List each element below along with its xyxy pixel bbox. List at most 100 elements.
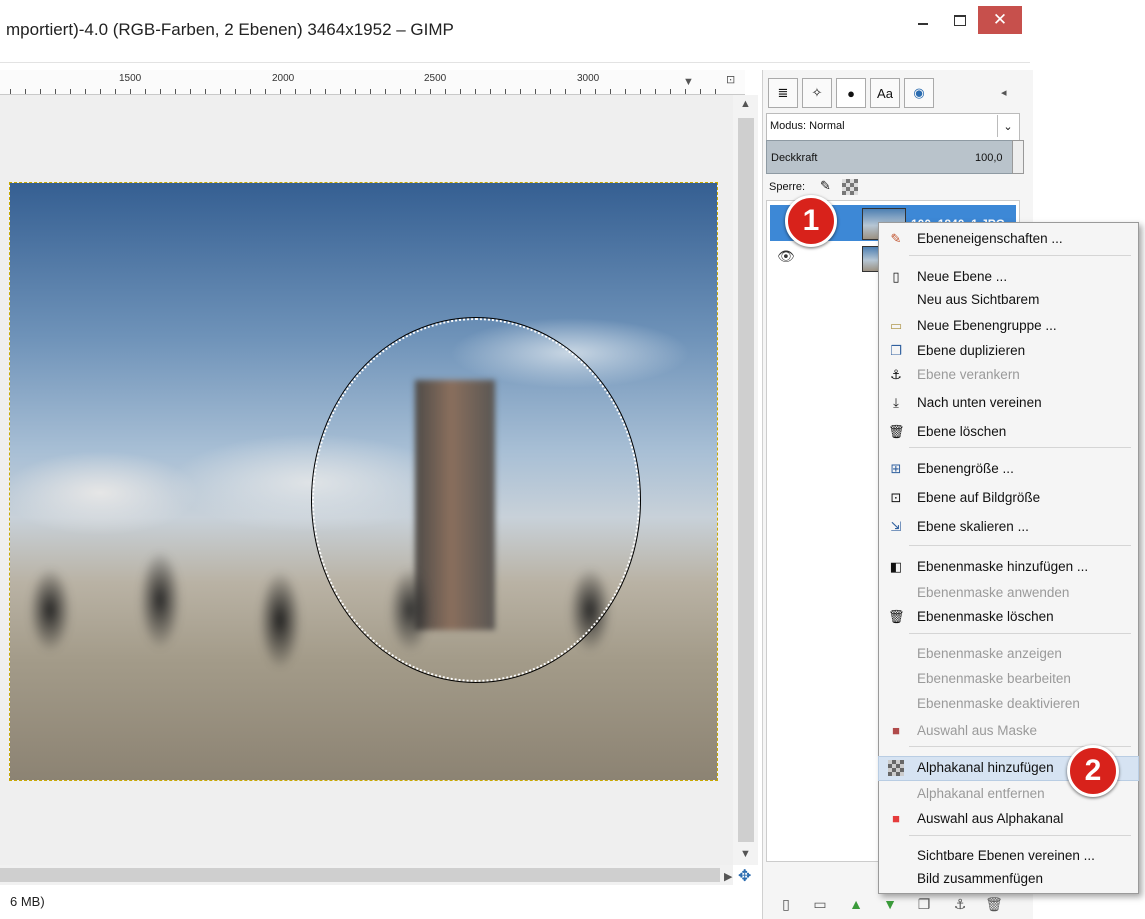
menu-separator: [909, 633, 1131, 634]
navigate-icon[interactable]: ✥: [738, 866, 751, 886]
ellipse-selection[interactable]: [311, 317, 641, 683]
ruler-tick: [205, 89, 206, 94]
zoom-toggle-icon[interactable]: ⊡: [726, 73, 735, 86]
menu-item[interactable]: ◧ Ebenenmaske hinzufügen ...: [879, 556, 1138, 579]
tab-paths[interactable]: ✧: [802, 78, 832, 108]
menu-item[interactable]: ⊞ Ebenengröße ...: [879, 458, 1138, 481]
new-group-icon[interactable]: ▭: [810, 896, 830, 916]
menu-item-label: Neue Ebene ...: [917, 269, 1008, 284]
menu-item[interactable]: Ebenenmaske deaktivieren: [879, 693, 1138, 716]
horizontal-ruler: 1500 2000 2500 3000 ▼ ⊡: [0, 70, 745, 95]
ruler-tick: [595, 89, 596, 94]
scroll-right-icon[interactable]: ▶: [724, 870, 732, 883]
lock-pixels-icon[interactable]: ✎: [820, 178, 831, 194]
ruler-tick: [460, 89, 461, 94]
ruler-label: 2500: [424, 73, 447, 84]
menu-item[interactable]: ■ Auswahl aus Maske: [879, 720, 1138, 743]
ruler-tick: [55, 89, 56, 94]
ruler-tick: [115, 89, 116, 94]
ruler-tick: [295, 89, 296, 94]
ruler-tick: [355, 89, 356, 94]
menu-item[interactable]: ⤓ Nach unten vereinen: [879, 392, 1138, 415]
menu-item[interactable]: Ebenenmaske anzeigen: [879, 643, 1138, 666]
delete-layer-icon[interactable]: 🗑: [984, 896, 1004, 916]
raise-layer-icon[interactable]: ▲: [846, 896, 866, 916]
status-text: 6 MB): [10, 894, 45, 909]
menu-item[interactable]: ⚓ Ebene verankern: [879, 364, 1138, 387]
ruler-tick: [220, 89, 221, 94]
menu-item[interactable]: ▯ Neue Ebene ...: [879, 266, 1138, 289]
step-marker-1: 1: [785, 195, 837, 247]
menu-item-label: Ebene verankern: [917, 367, 1020, 382]
menu-item[interactable]: Sichtbare Ebenen vereinen ...: [879, 845, 1138, 868]
menu-item[interactable]: Ebenenmaske bearbeiten: [879, 668, 1138, 691]
minimize-icon: [918, 23, 928, 25]
menu-item-label: Neu aus Sichtbarem: [917, 292, 1040, 307]
menu-item[interactable]: Bild zusammenfügen: [879, 868, 1138, 891]
chevron-down-icon[interactable]: ⌄: [997, 115, 1018, 137]
ruler-tick: [685, 89, 686, 94]
ruler-tick: [85, 89, 86, 94]
ruler-tick: [535, 89, 536, 94]
step-marker-2: 2: [1067, 745, 1119, 797]
menu-item[interactable]: ⇲ Ebene skalieren ...: [879, 516, 1138, 539]
ruler-tick: [415, 89, 416, 94]
menu-item[interactable]: Neu aus Sichtbarem: [879, 289, 1138, 312]
menu-item[interactable]: Ebenenmaske anwenden: [879, 582, 1138, 605]
ruler-tick: [625, 89, 626, 94]
eye-icon[interactable]: 👁: [777, 248, 795, 265]
tab-layers[interactable]: ≣: [768, 78, 798, 108]
lower-layer-icon[interactable]: ▼: [880, 896, 900, 916]
brush-dot-icon: ●: [847, 85, 855, 101]
trash-icon: 🗑: [888, 609, 905, 624]
menu-item[interactable]: ▭ Neue Ebenengruppe ...: [879, 315, 1138, 338]
ruler-tick: [100, 89, 101, 94]
minimize-button[interactable]: [910, 6, 936, 34]
scroll-up-icon[interactable]: ▲: [740, 98, 751, 110]
menu-item-label: Ebene skalieren ...: [917, 519, 1029, 534]
menu-item-label: Alphakanal hinzufügen: [917, 760, 1054, 775]
ruler-tick: [610, 89, 611, 94]
trash-icon: 🗑: [888, 424, 905, 439]
ruler-tick: [655, 89, 656, 94]
menu-item[interactable]: ■ Auswahl aus Alphakanal: [879, 808, 1138, 831]
ruler-tick: [430, 89, 431, 94]
close-button[interactable]: ✕: [978, 6, 1022, 34]
menu-item[interactable]: ✎ Ebeneneigenschaften ...: [879, 228, 1138, 251]
vertical-scroll-thumb[interactable]: [738, 118, 754, 842]
ruler-tick: [265, 89, 266, 94]
menu-item-label: Auswahl aus Alphakanal: [917, 811, 1064, 826]
menu-item-label: Ebenenmaske löschen: [917, 609, 1054, 624]
dock-bottom-toolbar: ▯ ▭ ▲ ▼ ❐ ⚓ 🗑: [770, 896, 1025, 918]
menu-item-label: Ebenenmaske anzeigen: [917, 646, 1062, 661]
maximize-button[interactable]: [946, 6, 974, 34]
tab-help[interactable]: ◉: [904, 78, 934, 108]
duplicate-layer-icon[interactable]: ❐: [914, 896, 934, 916]
menu-item-label: Nach unten vereinen: [917, 395, 1042, 410]
ruler-label: 1500: [119, 73, 142, 84]
menu-item-label: Ebeneneigenschaften ...: [917, 231, 1063, 246]
menu-item-label: Bild zusammenfügen: [917, 871, 1044, 886]
ruler-tick: [175, 89, 176, 94]
tab-channels[interactable]: ●: [836, 78, 866, 108]
ruler-tick: [280, 89, 281, 94]
menu-item[interactable]: 🗑 Ebene löschen: [879, 421, 1138, 444]
ruler-tick: [340, 89, 341, 94]
menu-item[interactable]: 🗑 Ebenenmaske löschen: [879, 606, 1138, 629]
scroll-down-icon[interactable]: ▼: [740, 848, 751, 860]
horizontal-scroll-thumb[interactable]: [0, 868, 720, 882]
pencil-icon: ✎: [890, 231, 902, 246]
lock-alpha-icon[interactable]: [842, 179, 858, 195]
menu-item[interactable]: ⊡ Ebene auf Bildgröße: [879, 487, 1138, 510]
layers-icon: ≣: [777, 85, 789, 100]
menu-item[interactable]: ❐ Ebene duplizieren: [879, 340, 1138, 363]
anchor-layer-icon[interactable]: ⚓: [950, 896, 970, 916]
ruler-tick: [310, 89, 311, 94]
tab-fonts[interactable]: Aa: [870, 78, 900, 108]
folder-icon: ▭: [889, 318, 903, 333]
title-bar: mportiert)-4.0 (RGB-Farben, 2 Ebenen) 34…: [0, 0, 1030, 63]
dock-menu-icon[interactable]: ◂: [1001, 86, 1007, 99]
new-layer-icon[interactable]: ▯: [776, 896, 796, 916]
lock-label: Sperre:: [769, 181, 806, 193]
opacity-spinner[interactable]: [1012, 140, 1024, 174]
